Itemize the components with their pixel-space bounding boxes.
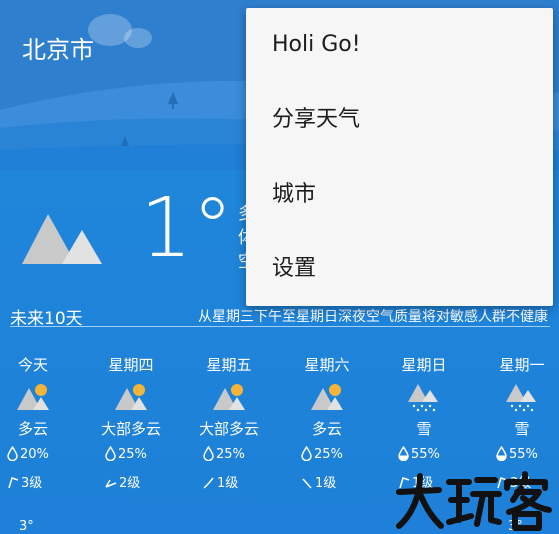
forecast-header: 未来10天 从星期三下午至星期日深夜空气质量将对敏感人群不健康 [10,304,550,329]
wind-direction-icon [302,478,312,489]
wind: 3级 [7,472,42,491]
current-temperature: 1° [140,181,234,276]
day-name: 今天 [17,356,48,374]
raindrop-icon [105,445,116,462]
precipitation: 55% [496,445,538,462]
precipitation: 20% [7,445,49,462]
weather-app: 北京市 1° 多 体 空 未来10天 从星期三下午至星期日深夜空气质量将对敏感人… [0,0,559,534]
wind: 1级 [301,472,336,491]
wind-direction-icon [203,477,214,489]
raindrop-icon [7,445,18,462]
precipitation-value: 55% [411,447,440,462]
menu-item-settings[interactable]: 设置 [246,232,553,306]
menu-item-holi-go[interactable]: Holi Go! [246,8,553,82]
snow-icon [408,384,438,412]
cloudy-mountain-icon [22,214,102,264]
forecast-day[interactable]: 今天 多云 20% 3级 3° [0,354,73,534]
forecast-day[interactable]: 星期五 大部多云 25% 1级 [189,354,269,534]
day-condition: 雪 [514,420,530,438]
precipitation-value: 20% [20,447,49,462]
wind-value: 2级 [119,476,141,491]
forecast-day[interactable]: 星期六 多云 25% 1级 [287,354,367,534]
raindrop-half-icon [496,445,507,462]
partly-cloudy-icon [17,384,49,410]
precipitation-value: 55% [509,447,538,462]
city-name[interactable]: 北京市 [22,30,94,65]
wind-value: 1级 [315,476,337,491]
wind-value: 3级 [21,476,43,491]
partly-cloudy-icon [213,384,245,410]
day-name: 星期四 [108,356,154,374]
precipitation-value: 25% [216,447,245,462]
raindrop-half-icon [398,445,409,462]
wind: 1级 [203,472,238,491]
day-condition: 大部多云 [198,420,259,438]
wind-value: 1级 [217,476,239,491]
menu-item-share-weather[interactable]: 分享天气 [246,83,553,157]
snow-icon [506,384,536,412]
day-condition: 雪 [416,420,432,438]
wind: 2级 [105,472,140,491]
partly-cloudy-icon [311,384,343,410]
raindrop-icon [203,445,214,462]
overflow-menu: Holi Go! 分享天气 城市 设置 [246,8,553,306]
raindrop-icon [301,445,312,462]
day-condition: 多云 [311,420,342,438]
precipitation-value: 25% [314,447,343,462]
precipitation-value: 25% [118,447,147,462]
wind-direction-icon [8,477,19,489]
divider [10,326,550,327]
day-condition: 多云 [17,420,48,438]
day-name: 星期五 [206,356,252,374]
day-name: 星期六 [304,356,350,374]
partly-cloudy-icon [115,384,147,410]
precipitation: 25% [203,445,245,462]
watermark-logo [396,471,552,531]
day-condition: 大部多云 [100,420,161,438]
precipitation: 25% [301,445,343,462]
precipitation: 25% [105,445,147,462]
precipitation: 55% [398,445,440,462]
day-name: 星期一 [499,356,545,374]
day-temperature: 3° [19,519,34,534]
menu-item-cities[interactable]: 城市 [246,158,553,232]
air-quality-note: 从星期三下午至星期日深夜空气质量将对敏感人群不健康 [198,309,548,325]
day-name: 星期日 [401,356,447,374]
wind-direction-icon [105,479,117,488]
forecast-day[interactable]: 星期四 大部多云 25% 2级 [91,354,171,534]
